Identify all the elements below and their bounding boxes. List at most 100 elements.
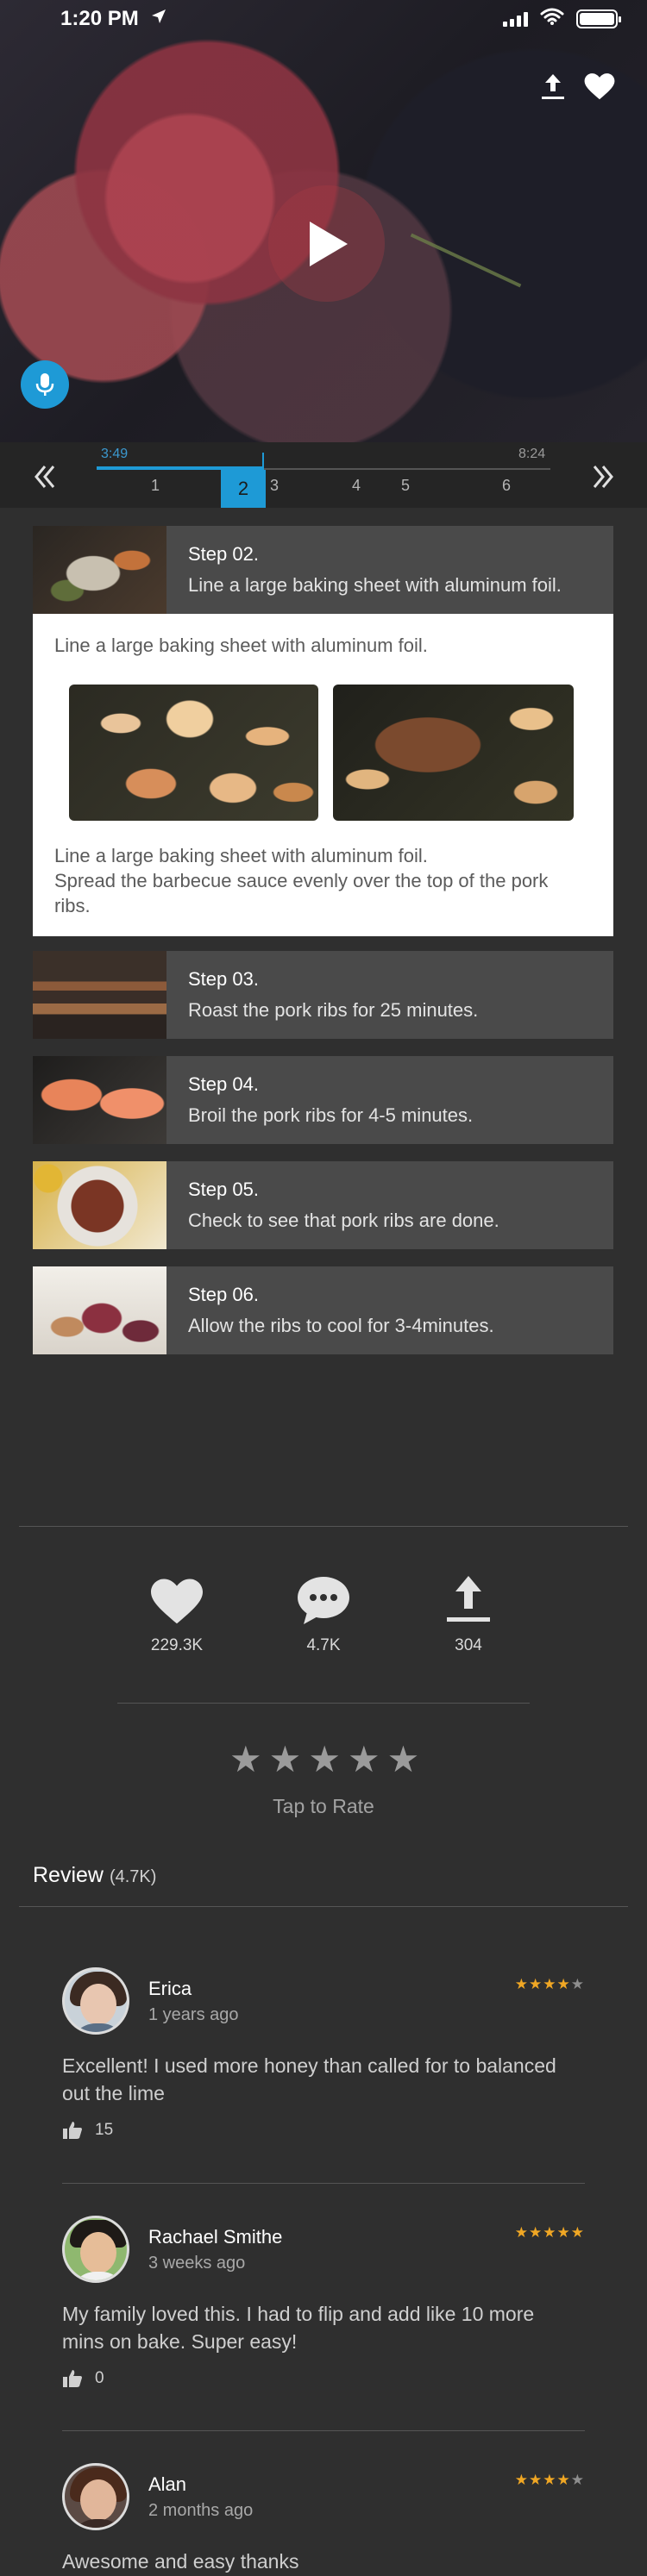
step-timeline[interactable]: 3:49 8:24 1 2 3 4 5 6 [0,442,647,508]
timeline-end-time: 8:24 [518,447,546,461]
review-time: 1 years ago [148,2005,239,2024]
step-card-04[interactable]: Step 04. Broil the pork ribs for 4-5 min… [33,1056,613,1144]
status-time: 1:20 PM [60,7,139,30]
reviewer-name[interactable]: Alan [148,2473,186,2496]
star-icon[interactable]: ★ [229,1741,262,1778]
timeline-step[interactable]: 6 [498,477,515,495]
like-action[interactable]: 229.3K [125,1574,229,1655]
heart-icon [148,1574,205,1626]
step-title: Step 04. [188,1073,259,1095]
step-description: Allow the ribs to cool for 3-4minutes. [188,1315,494,1336]
comment-action[interactable]: 4.7K [272,1574,375,1655]
review-rating: ★★★★★ [514,2224,585,2241]
thumbs-up-icon [62,2121,83,2140]
timeline-cursor[interactable] [262,453,264,470]
tap-to-rate-label: Tap to Rate [273,1795,374,1817]
rating-input[interactable]: ★ ★ ★ ★ ★ [229,1741,419,1778]
review-like-count: 15 [95,2121,114,2139]
step-detail-text: Line a large baking sheet with aluminum … [54,635,428,656]
reviewer-name[interactable]: Erica [148,1978,192,2000]
review-rating: ★★★★★ [514,1976,585,1992]
step-thumbnail [33,1056,166,1144]
double-chevron-right-icon[interactable] [587,461,619,492]
share-icon [440,1574,497,1626]
share-action[interactable]: 304 [417,1574,520,1655]
step-thumbnail [33,1161,166,1249]
review-like-count: 0 [95,2369,104,2387]
step-title: Step 03. [188,968,259,990]
review-text: My family loved this. I had to flip and … [62,2303,535,2353]
step-detail-panel: Line a large baking sheet with aluminum … [33,614,613,936]
avatar[interactable] [62,1967,129,2035]
step-description: Check to see that pork ribs are done. [188,1210,499,1231]
review-text: Excellent! I used more honey than called… [62,2054,556,2104]
step-card-02[interactable]: Step 02. Line a large baking sheet with … [33,526,613,614]
step-description: Roast the pork ribs for 25 minutes. [188,999,479,1021]
step-card-03[interactable]: Step 03. Roast the pork ribs for 25 minu… [33,951,613,1039]
step-description: Line a large baking sheet with aluminum … [188,574,562,596]
review-divider [62,2430,585,2431]
step-detail-instructions: Line a large baking sheet with aluminum … [54,843,589,918]
review-text: Awesome and easy thanks [62,2550,299,2573]
voice-button[interactable] [21,360,69,409]
step-card-06[interactable]: Step 06. Allow the ribs to cool for 3-4m… [33,1266,613,1354]
review-rating: ★★★★★ [514,2472,585,2488]
double-chevron-left-icon[interactable] [29,461,60,492]
thumbs-up-icon [62,2369,83,2388]
section-divider [117,1703,530,1704]
timeline-step[interactable]: 5 [397,477,414,495]
step-thumbnail [33,951,166,1039]
step-thumbnail [33,1266,166,1354]
avatar[interactable] [62,2216,129,2283]
step-detail-line: Line a large baking sheet with aluminum … [54,845,428,866]
comment-count: 4.7K [306,1636,341,1654]
step-description: Broil the pork ribs for 4-5 minutes. [188,1104,474,1126]
recipe-video[interactable]: 1:20 PM [0,0,647,442]
section-divider [19,1526,628,1527]
review-time: 3 weeks ago [148,2254,246,2273]
review-like-button[interactable]: 0 [62,2369,104,2388]
wifi-icon [540,7,564,31]
avatar[interactable] [62,2463,129,2530]
timeline-step-active[interactable]: 2 [221,470,266,508]
step-title: Step 05. [188,1179,259,1200]
review-item: Erica 1 years ago ★★★★★ Excellent! I use… [62,1967,587,2157]
heart-icon[interactable] [583,71,616,103]
step-title: Step 06. [188,1284,259,1305]
star-icon[interactable]: ★ [387,1741,420,1778]
step-detail-image[interactable] [333,685,574,821]
step-detail-image[interactable] [69,685,318,821]
review-heading-label: Review [33,1863,104,1887]
review-item: Alan 2 months ago ★★★★★ Awesome and easy… [62,2463,587,2576]
star-icon[interactable]: ★ [308,1741,341,1778]
review-time: 2 months ago [148,2501,254,2520]
step-detail-line: Spread the barbecue sauce evenly over th… [54,870,549,916]
microphone-icon [35,373,54,396]
like-count: 229.3K [150,1636,204,1654]
review-divider [62,2183,585,2184]
play-icon [309,221,348,266]
signal-icon [503,11,528,27]
timeline-start-time: 3:49 [101,447,129,461]
star-icon[interactable]: ★ [269,1741,302,1778]
review-like-button[interactable]: 15 [62,2121,113,2140]
review-item: Rachael Smithe 3 weeks ago ★★★★★ My fami… [62,2216,587,2405]
share-icon[interactable] [537,71,569,103]
review-count: (4.7K) [109,1867,157,1886]
step-card-05[interactable]: Step 05. Check to see that pork ribs are… [33,1161,613,1249]
share-count: 304 [455,1636,482,1654]
reviewer-name[interactable]: Rachael Smithe [148,2226,282,2248]
timeline-step[interactable]: 4 [348,477,365,495]
review-heading: Review (4.7K) [33,1863,156,1888]
timeline-step[interactable]: 1 [147,477,164,495]
section-divider [19,1906,628,1907]
location-arrow-icon [151,9,166,29]
step-title: Step 02. [188,543,259,565]
star-icon[interactable]: ★ [348,1741,380,1778]
status-bar: 1:20 PM [0,0,647,38]
timeline-step[interactable]: 3 [266,477,283,495]
play-button[interactable] [268,185,385,302]
comment-icon [295,1574,352,1626]
step-thumbnail [33,526,166,614]
battery-icon [576,9,621,28]
